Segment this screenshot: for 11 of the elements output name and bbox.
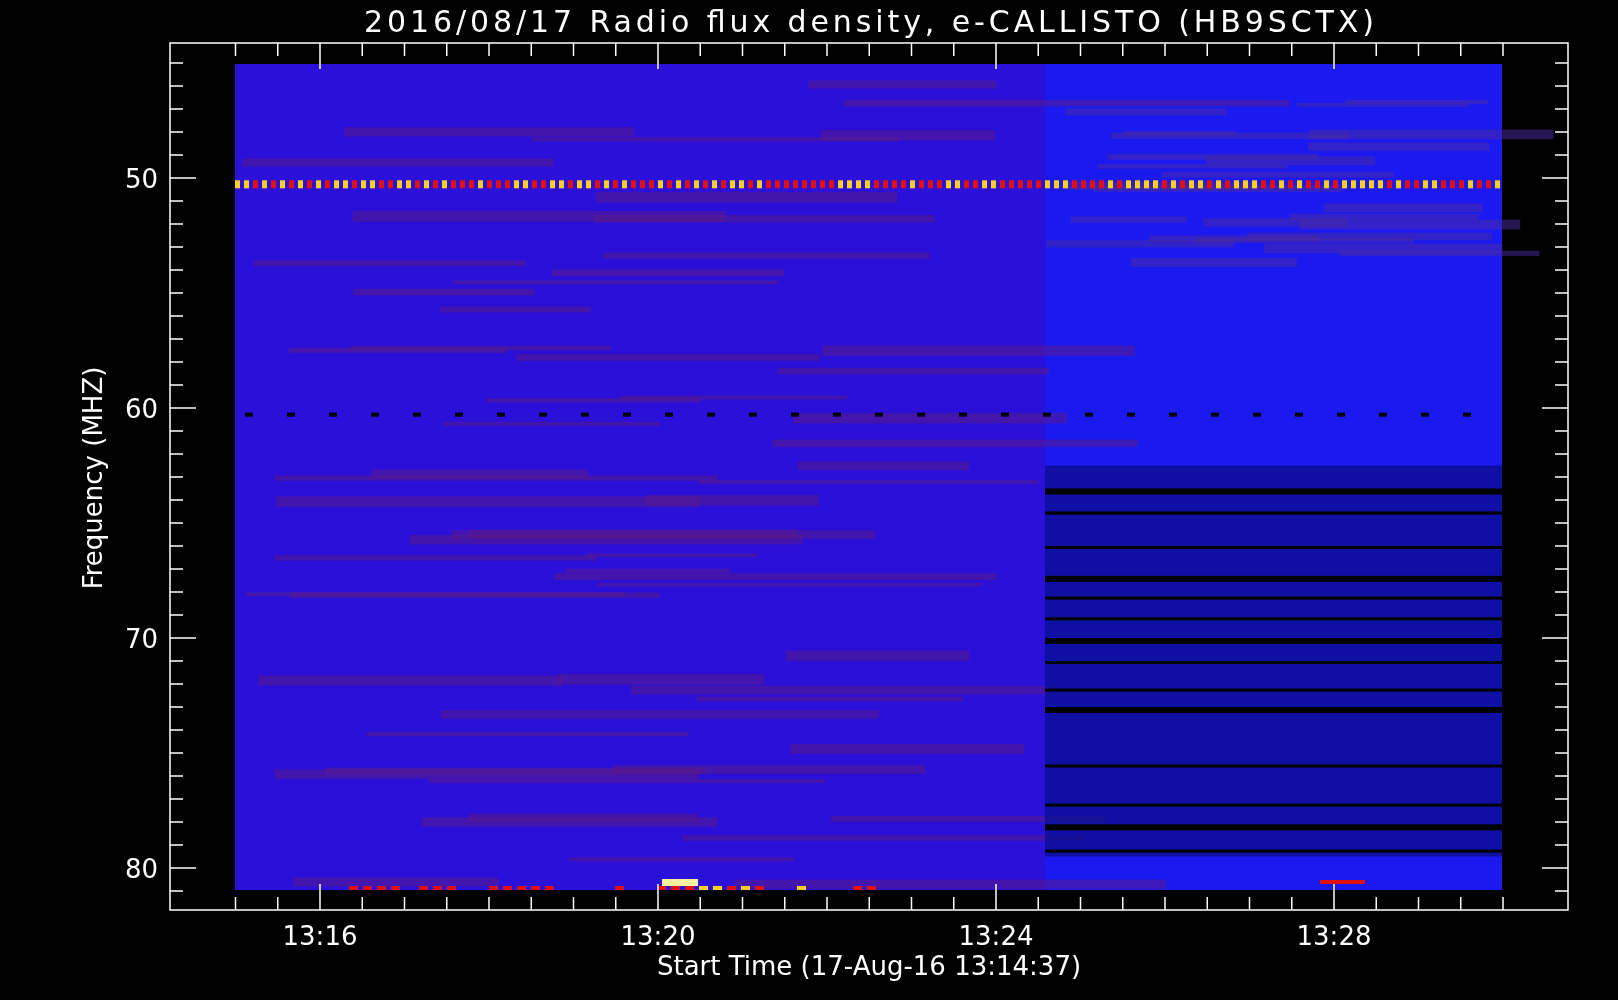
tick-label: 80 [124, 854, 158, 884]
plot-title: 2016/08/17 Radio flux density, e-CALLISTO (HB9SCTX) [364, 4, 1374, 39]
tick-label: 50 [124, 164, 158, 194]
tick-label: 13:24 [958, 921, 1034, 951]
tick-label: 13:20 [620, 921, 696, 951]
tick-label: 13:16 [282, 921, 358, 951]
tick-label: 13:28 [1296, 921, 1372, 951]
tick-label: 60 [124, 394, 158, 424]
axis-label: Start Time (17-Aug-16 13:14:37) [656, 951, 1082, 981]
tick-label: 70 [124, 624, 158, 654]
axis-label: Frequency (MHZ) [78, 366, 108, 590]
